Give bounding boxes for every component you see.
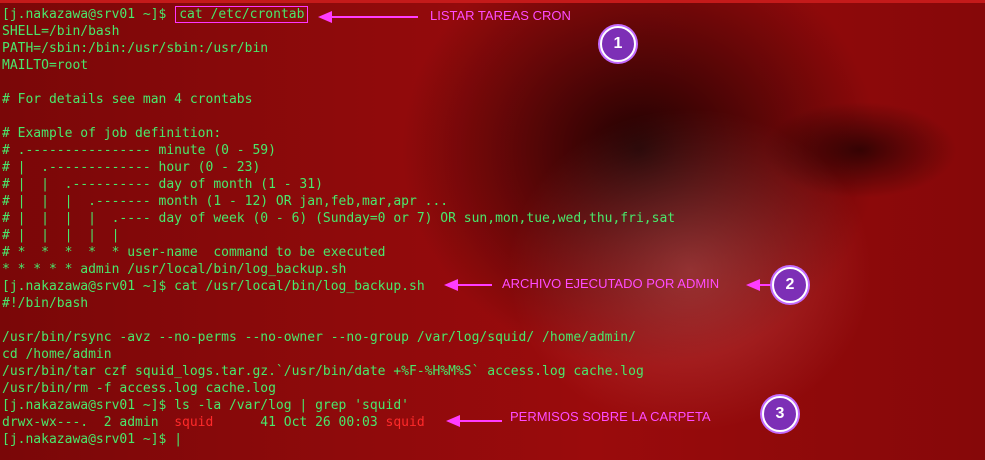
annotation-arrow-2: [456, 284, 492, 286]
annotation-badge-1: 1: [600, 26, 636, 62]
terminal-window[interactable]: [j.nakazawa@srv01 ~]$ cat /etc/crontab S…: [0, 0, 985, 460]
group-name: squid: [174, 415, 214, 430]
highlighted-command: cat /etc/crontab: [175, 6, 309, 23]
text-cursor: |: [174, 432, 183, 447]
permission-string: drwx-wx---. 2 admin: [2, 415, 175, 430]
terminal-line: # | | | | .---- day of week (0 - 6) (Sun…: [2, 211, 676, 226]
terminal-line: /usr/bin/tar czf squid_logs.tar.gz.`/usr…: [2, 364, 644, 379]
annotation-label-3: PERMISOS SOBRE LA CARPETA: [510, 409, 711, 424]
terminal-line: PATH=/sbin:/bin:/usr/sbin:/usr/bin: [2, 41, 269, 56]
shell-prompt: [j.nakazawa@srv01 ~]$: [2, 7, 167, 22]
terminal-line: # For details see man 4 crontabs: [2, 92, 253, 107]
folder-name: squid: [385, 415, 425, 430]
terminal-line: # | | .---------- day of month (1 - 31): [2, 177, 323, 192]
file-meta: 41 Oct 26 00:03: [213, 415, 386, 430]
terminal-line: # | | | .------- month (1 - 12) OR jan,f…: [2, 194, 449, 209]
annotation-arrow-1: [330, 16, 418, 18]
terminal-line: # * * * * * user-name command to be exec…: [2, 245, 386, 260]
terminal-line: MAILTO=root: [2, 58, 89, 73]
arrow-left-icon: [318, 11, 332, 23]
annotation-badge-3: 3: [762, 396, 798, 432]
annotation-label-2: ARCHIVO EJECUTADO POR ADMIN: [502, 276, 720, 291]
annotation-label-1: LISTAR TAREAS CRON: [430, 8, 571, 23]
terminal-line: # | .------------- hour (0 - 23): [2, 160, 261, 175]
terminal-line: /usr/bin/rsync -avz --no-perms --no-owne…: [2, 330, 636, 345]
arrow-left-icon: [446, 415, 460, 427]
annotation-badge-2: 2: [772, 267, 808, 303]
terminal-top-border: [0, 0, 985, 3]
terminal-output: [j.nakazawa@srv01 ~]$ cat /etc/crontab S…: [2, 6, 675, 448]
terminal-line: /usr/bin/rm -f access.log cache.log: [2, 381, 276, 396]
arrow-left-icon: [746, 279, 760, 291]
annotation-arrow-3: [458, 420, 502, 422]
terminal-line: # Example of job definition:: [2, 126, 222, 141]
shell-prompt: [j.nakazawa@srv01 ~]$: [2, 432, 167, 447]
terminal-line[interactable]: [j.nakazawa@srv01 ~]$ |: [2, 431, 675, 448]
arrow-left-icon: [444, 279, 458, 291]
terminal-line: [j.nakazawa@srv01 ~]$ cat /etc/crontab: [2, 6, 675, 23]
terminal-line: # | | | | |: [2, 228, 120, 243]
terminal-line: # .---------------- minute (0 - 59): [2, 143, 276, 158]
terminal-line: SHELL=/bin/bash: [2, 24, 120, 39]
terminal-line: cd /home/admin: [2, 347, 112, 362]
terminal-line: #!/bin/bash: [2, 296, 89, 311]
